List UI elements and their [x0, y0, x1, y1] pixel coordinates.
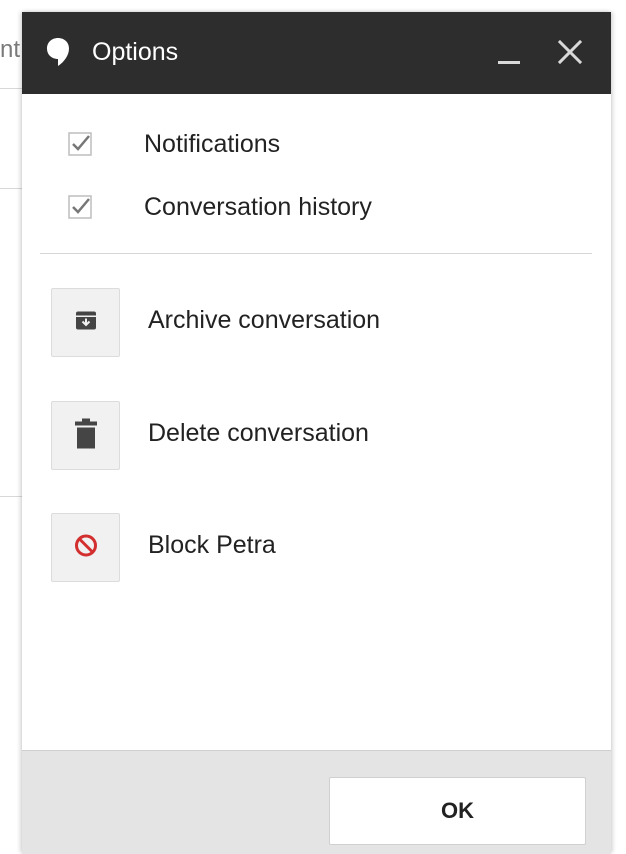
notifications-label: Notifications	[144, 130, 281, 158]
trash-icon	[74, 418, 97, 453]
background-divider	[0, 188, 22, 189]
minimize-button[interactable]	[492, 34, 526, 74]
conversation-history-checkbox[interactable]	[68, 195, 92, 219]
delete-conversation-label[interactable]: Delete conversation	[148, 417, 369, 449]
dialog-title: Options	[92, 38, 179, 66]
dialog-footer: OK	[22, 750, 611, 854]
ok-button[interactable]: OK	[329, 777, 586, 845]
block-petra-label[interactable]: Block Petra	[148, 529, 276, 561]
block-button[interactable]	[51, 513, 120, 582]
close-button[interactable]	[554, 36, 586, 68]
hangouts-bubble-icon	[46, 36, 70, 72]
background-divider	[0, 88, 22, 89]
notifications-option[interactable]: Notifications	[68, 124, 588, 164]
conversation-history-label: Conversation history	[144, 193, 372, 221]
notifications-checkbox[interactable]	[68, 132, 92, 156]
delete-conversation-row[interactable]: Delete conversation	[51, 401, 571, 471]
archive-conversation-label[interactable]: Archive conversation	[148, 304, 380, 336]
background-divider	[0, 496, 22, 497]
section-divider	[40, 253, 592, 254]
archive-conversation-row[interactable]: Archive conversation	[51, 288, 571, 358]
conversation-history-option[interactable]: Conversation history	[68, 187, 588, 227]
delete-button[interactable]	[51, 401, 120, 470]
block-petra-row[interactable]: Block Petra	[51, 513, 571, 583]
close-icon	[557, 39, 583, 65]
dialog-titlebar: Options	[22, 12, 611, 94]
background-partial-text: nt	[0, 36, 21, 63]
block-icon	[74, 533, 98, 562]
options-dialog: Options Notifications Conversation histo…	[22, 12, 611, 854]
archive-button[interactable]	[51, 288, 120, 357]
archive-icon	[75, 309, 97, 336]
